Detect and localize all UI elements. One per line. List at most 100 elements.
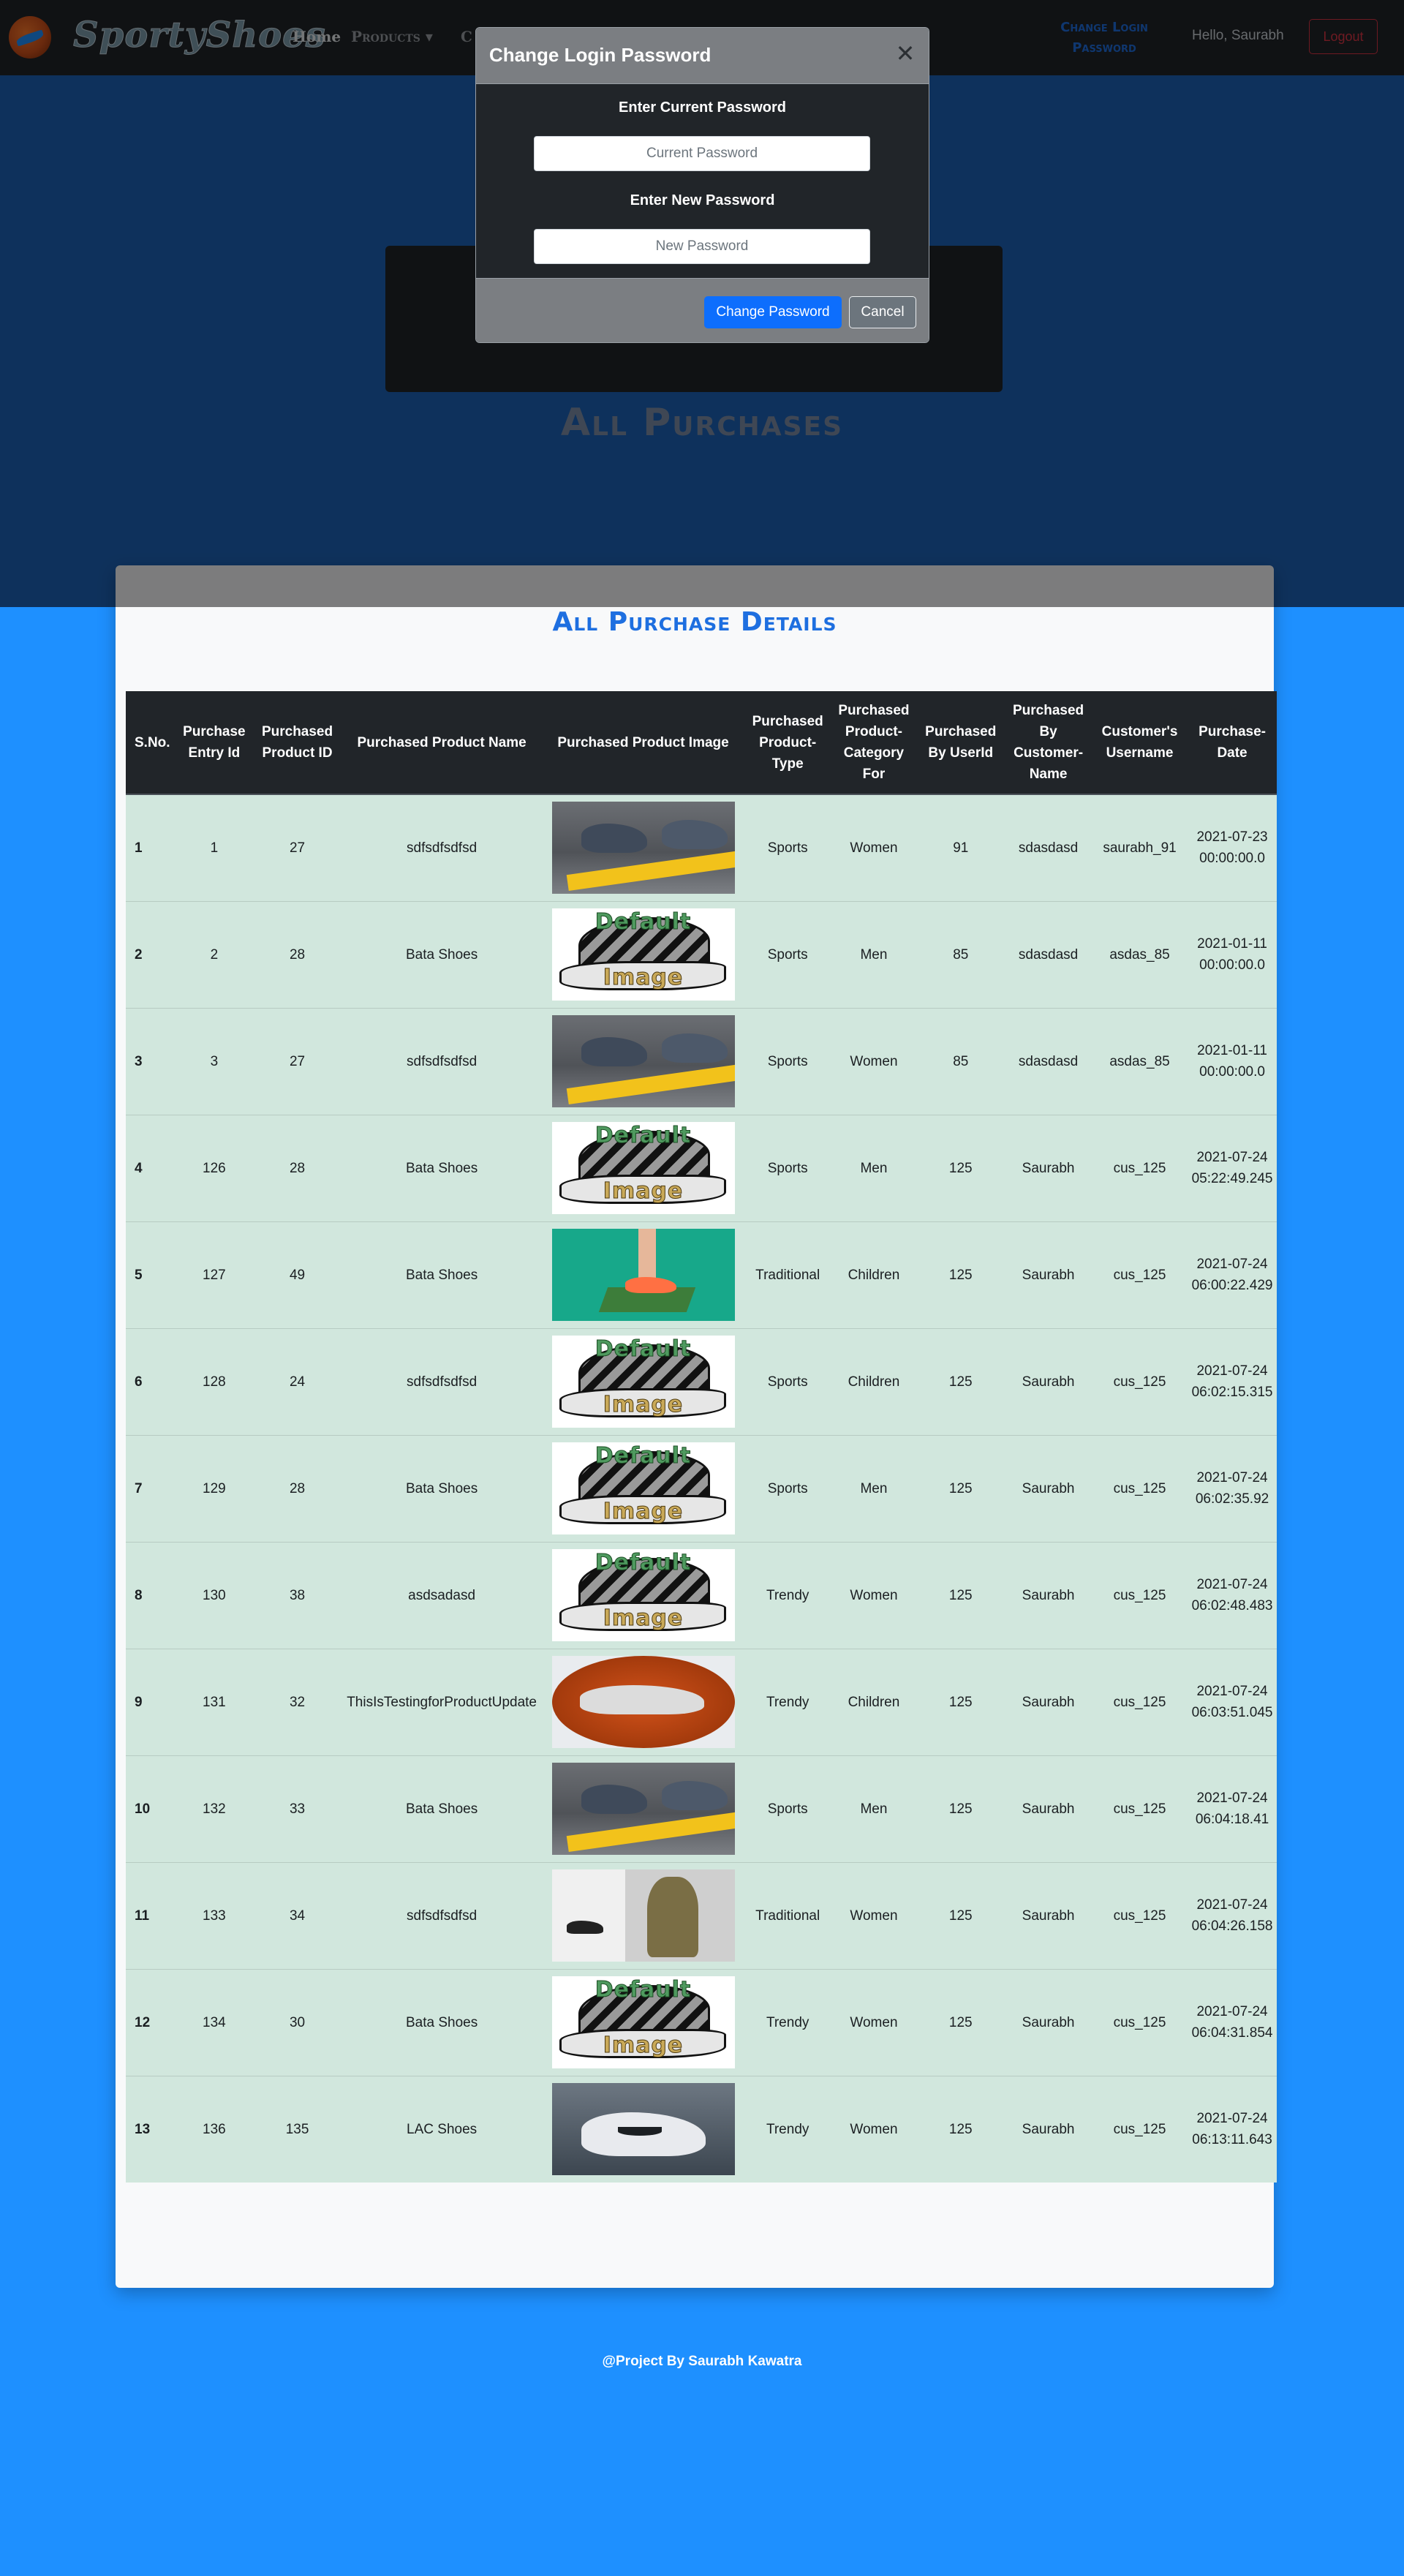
change-password-button[interactable]: Change Password bbox=[704, 296, 842, 328]
product-image: Default Image bbox=[551, 908, 735, 1001]
cell-sno: 3 bbox=[126, 1007, 176, 1115]
panel-title: All Purchase Details bbox=[552, 607, 837, 637]
table-row: 13 136 135 LAC Shoes Trendy Women 125 Saurabh cu… bbox=[126, 2075, 1277, 2183]
default-image-text: Image bbox=[603, 1499, 684, 1524]
cell-product-image bbox=[542, 1861, 744, 1969]
cell-category: Women bbox=[831, 1968, 917, 2076]
cell-customer-name: Saurabh bbox=[1005, 1755, 1092, 1862]
modal-header: Change Login Password ✕ bbox=[476, 28, 929, 84]
cancel-button[interactable]: Cancel bbox=[849, 296, 916, 328]
cell-product-image bbox=[542, 1221, 744, 1328]
cell-category: Women bbox=[831, 1007, 917, 1115]
cell-category: Men bbox=[831, 900, 917, 1008]
product-image: Default Image bbox=[551, 1442, 735, 1534]
cell-product-name: Bata Shoes bbox=[341, 1968, 543, 2076]
cell-customer-name: Saurabh bbox=[1005, 1861, 1092, 1969]
cell-product-type: Trendy bbox=[744, 1648, 831, 1755]
cell-user-id: 125 bbox=[916, 1221, 1005, 1328]
product-image: Default Image bbox=[551, 1122, 735, 1214]
cell-user-id: 125 bbox=[916, 1541, 1005, 1649]
cell-product-name: sdfsdfsdfsd bbox=[341, 794, 543, 901]
cell-purchase-date: 2021-01-11 00:00:00.0 bbox=[1188, 1007, 1277, 1115]
cell-product-type: Trendy bbox=[744, 1541, 831, 1649]
cell-product-image bbox=[542, 1755, 744, 1862]
cell-category: Women bbox=[831, 1861, 917, 1969]
cell-sno: 7 bbox=[126, 1434, 176, 1542]
cell-product-type: Sports bbox=[744, 1755, 831, 1862]
cell-product-name: sdfsdfsdfsd bbox=[341, 1007, 543, 1115]
table-body: 1 1 27 sdfsdfsdfsd Sports Women 91 sdasdasd saur… bbox=[126, 794, 1277, 2183]
current-password-input[interactable] bbox=[534, 136, 870, 171]
cell-product-id: 30 bbox=[253, 1968, 341, 2076]
cell-product-id: 27 bbox=[253, 1007, 341, 1115]
cell-product-id: 28 bbox=[253, 1114, 341, 1221]
cell-customer-name: Saurabh bbox=[1005, 1648, 1092, 1755]
cell-category: Children bbox=[831, 1648, 917, 1755]
cell-purchase-date: 2021-07-24 05:22:49.245 bbox=[1188, 1114, 1277, 1221]
cell-entry-id: 130 bbox=[175, 1541, 254, 1649]
cell-entry-id: 129 bbox=[175, 1434, 254, 1542]
product-image bbox=[551, 802, 735, 895]
cell-category: Children bbox=[831, 1221, 917, 1328]
cell-product-image bbox=[542, 794, 744, 901]
col-header-entry-id: Purchase Entry Id bbox=[175, 691, 254, 795]
cell-entry-id: 131 bbox=[175, 1648, 254, 1755]
cell-username: asdas_85 bbox=[1091, 1007, 1188, 1115]
cell-username: cus_125 bbox=[1091, 1968, 1188, 2076]
cell-entry-id: 132 bbox=[175, 1755, 254, 1862]
modal-title: Change Login Password bbox=[489, 44, 712, 66]
table-row: 12 134 30 Bata Shoes Default Image Trendy Women… bbox=[126, 1968, 1277, 2076]
cell-product-name: Bata Shoes bbox=[341, 1434, 543, 1542]
table-row: 11 133 34 sdfsdfsdfsd Traditional Women 125 Sau… bbox=[126, 1861, 1277, 1969]
cell-purchase-date: 2021-07-24 06:04:26.158 bbox=[1188, 1861, 1277, 1969]
cell-entry-id: 2 bbox=[175, 900, 254, 1008]
cell-product-id: 28 bbox=[253, 1434, 341, 1542]
default-image-text: Default bbox=[595, 1550, 692, 1575]
cell-product-type: Sports bbox=[744, 794, 831, 901]
col-header-username: Customer's Username bbox=[1091, 691, 1188, 795]
cell-product-id: 28 bbox=[253, 900, 341, 1008]
cell-sno: 1 bbox=[126, 794, 176, 901]
col-header-product-image: Purchased Product Image bbox=[542, 691, 744, 795]
table-row: 6 128 24 sdfsdfsdfsd Default Image Sports Child… bbox=[126, 1327, 1277, 1435]
cell-sno: 13 bbox=[126, 2075, 176, 2183]
cell-customer-name: Saurabh bbox=[1005, 1541, 1092, 1649]
cell-username: cus_125 bbox=[1091, 1648, 1188, 1755]
cell-username: cus_125 bbox=[1091, 2075, 1188, 2183]
cell-customer-name: sdasdasd bbox=[1005, 794, 1092, 901]
cell-product-name: sdfsdfsdfsd bbox=[341, 1327, 543, 1435]
table-row: 4 126 28 Bata Shoes Default Image Sports Men 125… bbox=[126, 1114, 1277, 1221]
default-image-text: Image bbox=[603, 1392, 684, 1417]
new-password-input[interactable] bbox=[534, 229, 870, 264]
default-image-text: Image bbox=[603, 1605, 684, 1631]
cell-customer-name: Saurabh bbox=[1005, 1434, 1092, 1542]
cell-product-image bbox=[542, 1007, 744, 1115]
new-password-label: Enter New Password bbox=[630, 192, 775, 208]
cell-product-image: Default Image bbox=[542, 1114, 744, 1221]
cell-product-id: 32 bbox=[253, 1648, 341, 1755]
cell-customer-name: Saurabh bbox=[1005, 1114, 1092, 1221]
col-header-purchase-date: Purchase-Date bbox=[1188, 691, 1277, 795]
cell-sno: 2 bbox=[126, 900, 176, 1008]
cell-product-id: 34 bbox=[253, 1861, 341, 1969]
cell-product-image bbox=[542, 2075, 744, 2183]
cell-product-id: 135 bbox=[253, 2075, 341, 2183]
cell-product-type: Sports bbox=[744, 1114, 831, 1221]
table-row: 8 130 38 asdsadasd Default Image Trendy Women 12… bbox=[126, 1541, 1277, 1649]
cell-category: Men bbox=[831, 1114, 917, 1221]
product-image bbox=[551, 1869, 735, 1962]
cell-product-type: Sports bbox=[744, 900, 831, 1008]
table-row: 1 1 27 sdfsdfsdfsd Sports Women 91 sdasdasd saur… bbox=[126, 794, 1277, 901]
current-password-label: Enter Current Password bbox=[619, 99, 786, 116]
cell-customer-name: Saurabh bbox=[1005, 1327, 1092, 1435]
cell-category: Women bbox=[831, 1541, 917, 1649]
cell-user-id: 125 bbox=[916, 1755, 1005, 1862]
col-header-customer-name: Purchased By Customer-Name bbox=[1005, 691, 1092, 795]
product-image bbox=[551, 1763, 735, 1855]
table-header-row: S.No. Purchase Entry Id Purchased Produc… bbox=[126, 691, 1277, 795]
cell-purchase-date: 2021-07-23 00:00:00.0 bbox=[1188, 794, 1277, 901]
cell-username: cus_125 bbox=[1091, 1327, 1188, 1435]
cell-product-type: Sports bbox=[744, 1434, 831, 1542]
close-icon[interactable]: ✕ bbox=[893, 41, 918, 66]
cell-customer-name: Saurabh bbox=[1005, 2075, 1092, 2183]
